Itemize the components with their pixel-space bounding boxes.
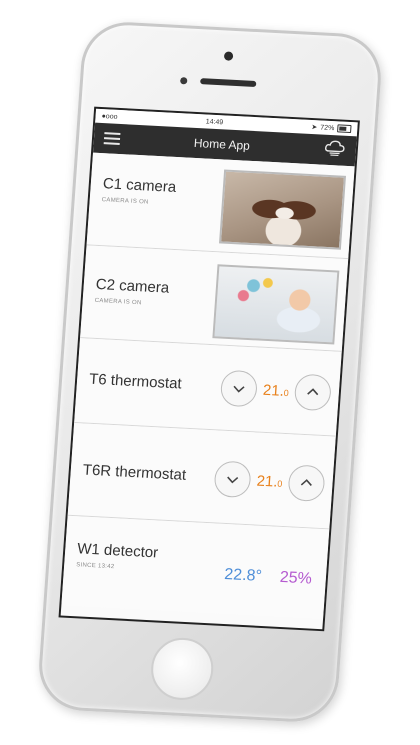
increase-temperature-button[interactable] <box>293 373 333 412</box>
phone: ●ooo 14:49 ➤ 72% Home App C1 camera CAME… <box>36 19 384 725</box>
hamburger-menu-icon[interactable] <box>103 132 121 145</box>
device-row-w1-detector[interactable]: W1 detector SINCE 13:42 22.8° 25% <box>61 515 330 620</box>
thermostat-control: 21.0 <box>213 460 326 503</box>
thermostat-temperature: 21.0 <box>262 381 290 400</box>
camera-thumbnail-dog[interactable] <box>218 169 347 250</box>
device-name: W1 detector <box>76 540 159 562</box>
decrease-temperature-button[interactable] <box>213 460 252 499</box>
device-row-c1-camera[interactable]: C1 camera CAMERA IS ON <box>86 152 355 260</box>
page-title: Home App <box>193 135 251 153</box>
chevron-up-icon <box>300 479 312 486</box>
increase-temperature-button[interactable] <box>287 464 326 503</box>
device-name: T6 thermostat <box>88 370 183 393</box>
thermostat-temperature: 21.0 <box>256 472 283 491</box>
detector-humidity: 25% <box>279 568 313 588</box>
status-time: 14:49 <box>205 117 224 126</box>
thermostat-control: 21.0 <box>219 369 333 412</box>
device-status: CAMERA IS ON <box>94 297 142 307</box>
device-status: CAMERA IS ON <box>101 197 149 206</box>
chevron-up-icon <box>307 388 319 396</box>
device-row-c2-camera[interactable]: C2 camera CAMERA IS ON <box>80 245 349 352</box>
camera-thumbnail-baby[interactable] <box>212 264 340 345</box>
battery-percent: 72% <box>320 123 335 132</box>
device-row-t6r-thermostat[interactable]: T6R thermostat 21.0 <box>67 422 336 530</box>
location-icon: ➤ <box>311 124 318 132</box>
device-name: C1 camera <box>102 175 177 196</box>
device-row-t6-thermostat[interactable]: T6 thermostat 21.0 <box>74 338 342 437</box>
detector-temperature: 22.8° <box>223 566 263 585</box>
decrease-temperature-button[interactable] <box>219 369 259 408</box>
phone-screen: ●ooo 14:49 ➤ 72% Home App C1 camera CAME… <box>58 106 360 632</box>
device-name: T6R thermostat <box>82 461 187 484</box>
chevron-down-icon <box>227 476 239 484</box>
cloud-icon[interactable] <box>323 138 347 162</box>
device-status: SINCE 13:42 <box>75 562 115 571</box>
status-right: ➤ 72% <box>311 123 352 134</box>
device-name: C2 camera <box>95 275 170 297</box>
chevron-down-icon <box>233 385 245 393</box>
carrier-signal: ●ooo <box>101 112 118 121</box>
battery-icon <box>337 124 352 134</box>
